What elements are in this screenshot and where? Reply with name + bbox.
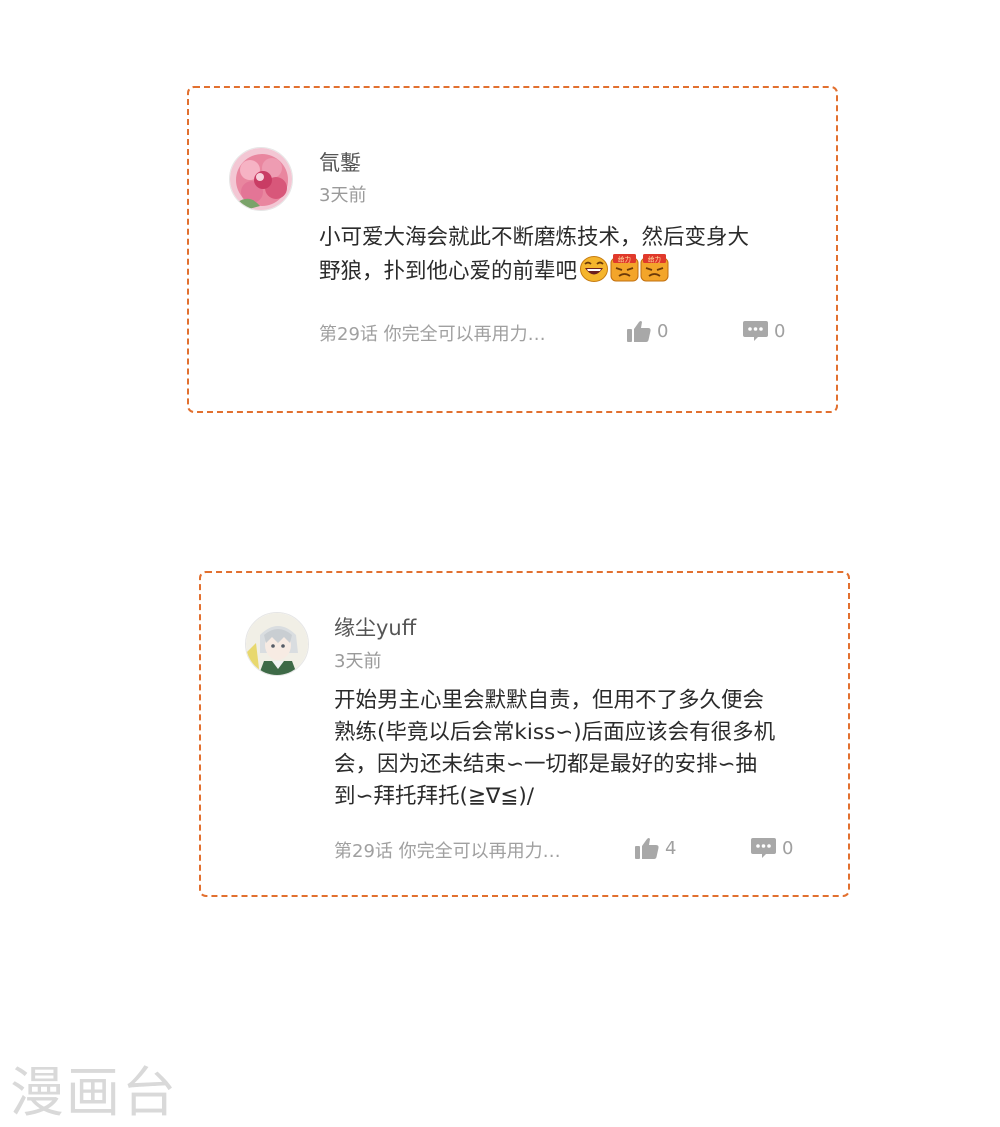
comment-bubble-icon bbox=[751, 838, 776, 858]
reply-count: 0 bbox=[774, 320, 786, 342]
comment-line: 到∽拜托拜托(≧∇≦)/ bbox=[334, 784, 534, 809]
username[interactable]: 缘尘yuff bbox=[334, 612, 416, 642]
timestamp: 3天前 bbox=[319, 185, 367, 206]
thumbs-up-icon bbox=[635, 838, 659, 859]
like-count: 4 bbox=[665, 837, 677, 859]
anime-character-avatar-image bbox=[246, 613, 308, 675]
comment-line-with-emoji: 野狼，扑到他心爱的前辈吧 给力 给力 bbox=[319, 254, 749, 288]
comment-line: 开始男主心里会默默自责，但用不了多久便会 bbox=[334, 688, 765, 713]
reply-button[interactable]: 0 bbox=[743, 320, 785, 342]
reply-count: 0 bbox=[782, 837, 794, 859]
like-button[interactable]: 4 bbox=[635, 837, 676, 859]
thumbs-up-icon bbox=[627, 321, 651, 342]
emoji-group: 给力 给力 bbox=[579, 254, 669, 282]
geili-label: 给力 bbox=[648, 255, 661, 264]
comment-text: 开始男主心里会默默自责，但用不了多久便会 熟练(毕竟以后会常kiss∽)后面应该… bbox=[334, 685, 775, 813]
comment-line: 会，因为还未结束∽一切都是最好的安排∽抽 bbox=[334, 752, 758, 777]
chapter-link[interactable]: 第29话 你完全可以再用力… bbox=[319, 320, 546, 346]
like-count: 0 bbox=[657, 320, 669, 342]
reply-button[interactable]: 0 bbox=[751, 837, 793, 859]
comment-card: 氜鏨 3天前 小可爱大海会就此不断磨炼技术，然后变身大 野狼，扑到他心爱的前辈吧… bbox=[187, 86, 838, 413]
comment-line: 小可爱大海会就此不断磨炼技术，然后变身大 bbox=[319, 225, 750, 250]
pink-flower-avatar-image bbox=[230, 148, 292, 210]
comment-text: 小可爱大海会就此不断磨炼技术，然后变身大 野狼，扑到他心爱的前辈吧 给力 给力 bbox=[319, 222, 749, 288]
user-avatar[interactable] bbox=[245, 612, 309, 676]
timestamp: 3天前 bbox=[334, 651, 382, 672]
geili-emoji-icon: 给力 bbox=[640, 254, 669, 282]
laughing-emoji-icon bbox=[580, 256, 609, 282]
comment-card: 缘尘yuff 3天前 开始男主心里会默默自责，但用不了多久便会 熟练(毕竟以后会… bbox=[199, 571, 850, 897]
comment-footer: 第29话 你完全可以再用力… 4 0 bbox=[334, 837, 814, 863]
geili-emoji-icon: 给力 bbox=[610, 254, 639, 282]
comment-bubble-icon bbox=[743, 321, 768, 341]
like-button[interactable]: 0 bbox=[627, 320, 668, 342]
comment-footer: 第29话 你完全可以再用力… 0 0 bbox=[319, 320, 799, 346]
comment-line: 野狼，扑到他心爱的前辈吧 bbox=[319, 259, 578, 284]
user-avatar[interactable] bbox=[229, 147, 293, 211]
username[interactable]: 氜鏨 bbox=[319, 147, 361, 177]
geili-label: 给力 bbox=[618, 255, 631, 264]
chapter-link[interactable]: 第29话 你完全可以再用力… bbox=[334, 837, 561, 863]
watermark-logo: 漫画台 bbox=[10, 1061, 178, 1124]
comment-line: 熟练(毕竟以后会常kiss∽)后面应该会有很多机 bbox=[334, 720, 776, 745]
